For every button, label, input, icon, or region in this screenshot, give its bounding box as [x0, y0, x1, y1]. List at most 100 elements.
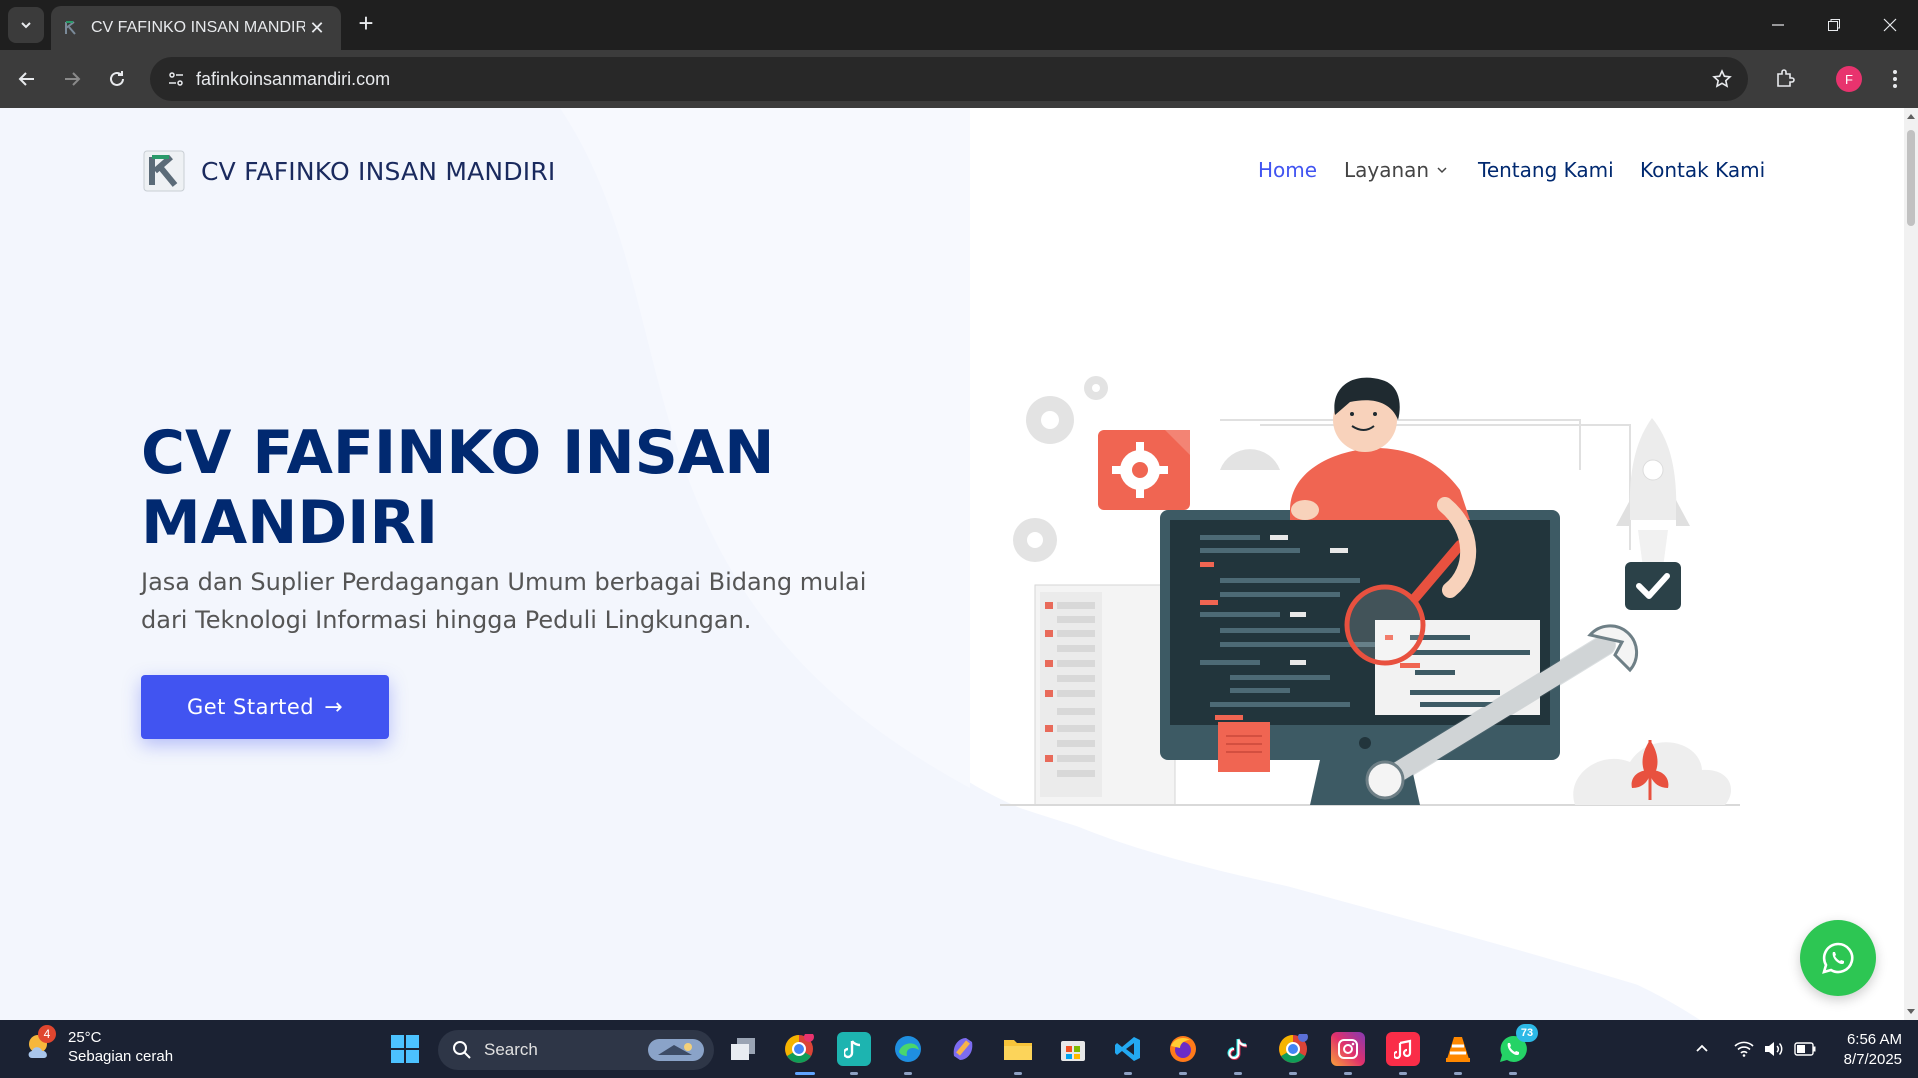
- scroll-up-arrow-icon[interactable]: [1906, 112, 1916, 122]
- open-app-indicator: [1399, 1072, 1407, 1075]
- weather-temp: 25°C: [68, 1029, 102, 1046]
- tab-close-icon[interactable]: ✕: [305, 18, 329, 39]
- whatsapp-unread-badge: 73: [1516, 1024, 1538, 1042]
- chevron-down-icon: [1437, 167, 1447, 174]
- task-view-icon[interactable]: [726, 1032, 760, 1066]
- get-started-label: Get Started: [186, 695, 315, 719]
- reload-button[interactable]: [99, 61, 135, 97]
- open-app-indicator: [1454, 1072, 1462, 1075]
- back-button[interactable]: [9, 61, 45, 97]
- extensions-button[interactable]: [1767, 61, 1803, 97]
- browser-menu-button[interactable]: [1877, 61, 1913, 97]
- nav-home[interactable]: Home: [1258, 158, 1317, 182]
- taskbar-search-label: Search: [484, 1040, 538, 1059]
- minimize-button[interactable]: [1750, 0, 1806, 50]
- nav-layanan[interactable]: Layanan: [1344, 158, 1449, 182]
- close-icon: [1883, 18, 1897, 32]
- browser-toolbar: fafinkoinsanmandiri.com F: [0, 50, 1918, 108]
- tab-search-button[interactable]: [8, 7, 44, 43]
- puzzle-icon: [1777, 69, 1795, 87]
- arrow-right-icon: →: [324, 694, 344, 720]
- volume-icon[interactable]: [1764, 1020, 1784, 1078]
- reload-icon: [110, 71, 124, 86]
- bookmark-star-icon[interactable]: [1710, 67, 1734, 91]
- close-window-button[interactable]: [1862, 0, 1918, 50]
- browser-tab-active[interactable]: CV FAFINKO INSAN MANDIRI ✕: [51, 6, 341, 50]
- file-explorer-icon[interactable]: [1001, 1032, 1035, 1066]
- scroll-down-arrow-icon[interactable]: [1906, 1006, 1916, 1016]
- url-text[interactable]: fafinkoinsanmandiri.com: [196, 69, 390, 90]
- whatsapp-chat-button[interactable]: [1800, 920, 1876, 996]
- active-app-indicator: [795, 1072, 815, 1075]
- weather-desc: Sebagian cerah: [68, 1048, 174, 1065]
- weather-widget[interactable]: 4 25°C Sebagian cerah: [24, 1025, 174, 1066]
- taskbar-search[interactable]: Search: [438, 1030, 714, 1070]
- search-highlight-image: [648, 1039, 704, 1061]
- tray-overflow-chevron-icon[interactable]: [1694, 1020, 1710, 1078]
- brand[interactable]: CV FAFINKO INSAN MANDIRI: [143, 150, 556, 192]
- vscode-icon[interactable]: [1111, 1032, 1145, 1066]
- system-clock[interactable]: 6:56 AM 8/7/2025: [1830, 1030, 1902, 1070]
- open-app-indicator: [904, 1072, 912, 1075]
- restore-button[interactable]: [1806, 0, 1862, 50]
- nav-layanan-label: Layanan: [1344, 158, 1430, 182]
- chrome-profile-icon[interactable]: [1276, 1032, 1310, 1066]
- open-app-indicator: [1289, 1072, 1297, 1075]
- tab-title: CV FAFINKO INSAN MANDIRI: [91, 19, 305, 36]
- wifi-icon[interactable]: [1734, 1020, 1754, 1078]
- settings-card: [1098, 430, 1190, 510]
- forward-button[interactable]: [54, 61, 90, 97]
- windows-taskbar: 4 25°C Sebagian cerah Search 73 6:56 AM …: [0, 1020, 1918, 1078]
- kebab-menu-icon: [1893, 70, 1897, 88]
- brand-name: CV FAFINKO INSAN MANDIRI: [201, 156, 556, 186]
- site-favicon-icon: [65, 21, 76, 35]
- firefox-icon[interactable]: [1166, 1032, 1200, 1066]
- hero-illustration: [1000, 376, 1740, 806]
- battery-icon[interactable]: [1794, 1020, 1816, 1078]
- company-logo: [143, 150, 185, 192]
- chevron-down-icon: [21, 22, 31, 29]
- tiktok-icon[interactable]: [1221, 1032, 1255, 1066]
- address-bar[interactable]: fafinkoinsanmandiri.com: [150, 57, 1748, 101]
- whatsapp-taskbar-icon[interactable]: 73: [1496, 1024, 1538, 1066]
- site-info-icon[interactable]: [164, 67, 188, 91]
- whatsapp-icon: [1822, 942, 1854, 974]
- browser-tab-bar: CV FAFINKO INSAN MANDIRI ✕ +: [0, 0, 1918, 50]
- back-arrow-icon: [18, 72, 34, 86]
- start-button[interactable]: [388, 1032, 422, 1066]
- microsoft-store-icon[interactable]: [1056, 1032, 1090, 1066]
- hero-title: CV FAFINKO INSAN MANDIRI: [141, 418, 775, 558]
- restore-icon: [1828, 19, 1840, 31]
- instagram-icon[interactable]: [1331, 1032, 1365, 1066]
- search-icon: [453, 1041, 471, 1059]
- clock-time: 6:56 AM: [1846, 1031, 1902, 1048]
- nav-tentang-kami[interactable]: Tentang Kami: [1478, 158, 1614, 182]
- vlc-icon[interactable]: [1441, 1032, 1475, 1066]
- hero-subtitle: Jasa dan Suplier Perdagangan Umum berbag…: [141, 568, 867, 634]
- new-tab-button[interactable]: +: [352, 10, 380, 38]
- get-started-button[interactable]: Get Started →: [141, 675, 389, 739]
- copilot-icon[interactable]: [946, 1032, 980, 1066]
- music-app-icon[interactable]: [837, 1032, 871, 1066]
- profile-avatar[interactable]: F: [1836, 66, 1862, 92]
- forward-arrow-icon: [65, 72, 81, 86]
- minimize-icon: [1772, 24, 1784, 26]
- open-app-indicator: [1124, 1072, 1132, 1075]
- open-app-indicator: [1014, 1072, 1022, 1075]
- edge-icon[interactable]: [891, 1032, 925, 1066]
- open-app-indicator: [850, 1072, 858, 1075]
- open-app-indicator: [1509, 1072, 1517, 1075]
- page-scrollbar[interactable]: [1904, 108, 1918, 1020]
- open-app-indicator: [1234, 1072, 1242, 1075]
- nav-kontak-kami[interactable]: Kontak Kami: [1640, 158, 1765, 182]
- open-app-indicator: [1344, 1072, 1352, 1075]
- page-viewport: CV FAFINKO INSAN MANDIRI Home Layanan Te…: [0, 108, 1904, 1020]
- weather-badge: 4: [38, 1025, 56, 1043]
- apple-music-icon[interactable]: [1386, 1032, 1420, 1066]
- scrollbar-thumb[interactable]: [1907, 130, 1915, 226]
- windows-logo-icon: [391, 1035, 419, 1063]
- open-app-indicator: [1179, 1072, 1187, 1075]
- chrome-icon[interactable]: [782, 1032, 816, 1066]
- clock-date: 8/7/2025: [1843, 1051, 1902, 1068]
- check-badge-icon: [1625, 562, 1681, 610]
